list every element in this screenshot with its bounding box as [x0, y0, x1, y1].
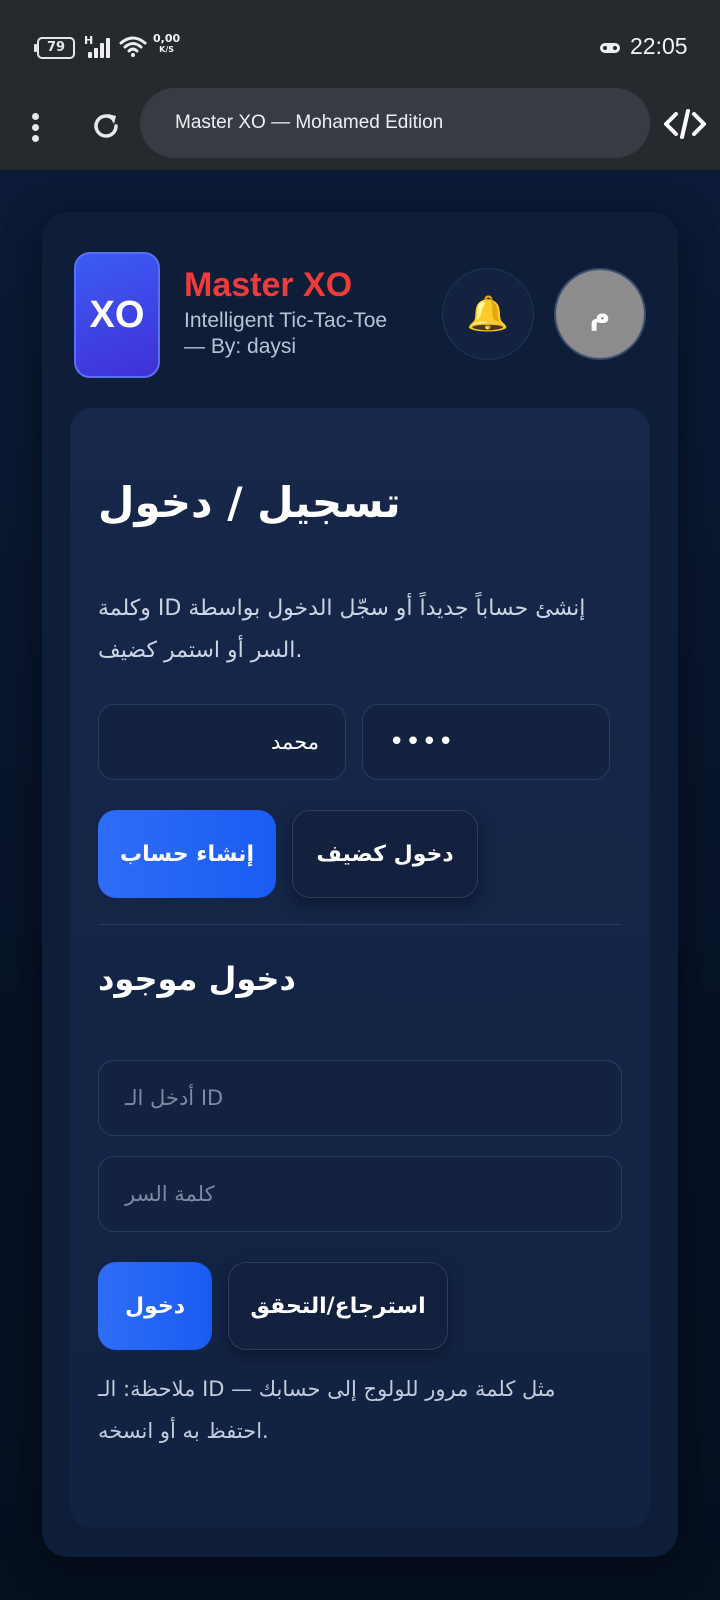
code-icon[interactable]: [664, 108, 706, 140]
guest-login-button[interactable]: دخول كضيف: [292, 810, 478, 898]
app-title: Master XO: [184, 266, 353, 304]
recover-button[interactable]: استرجاع/التحقق: [228, 1262, 448, 1350]
register-heading: تسجيل / دخول: [98, 478, 401, 527]
id-note: ملاحظة: الـ ID — مثل كلمة مرور للولوج إل…: [98, 1377, 556, 1443]
id-input[interactable]: أدخل الـ ID: [98, 1060, 622, 1136]
signal-icon: [88, 38, 110, 58]
clock: 22:05: [630, 33, 688, 59]
login-password-input[interactable]: كلمة السر: [98, 1156, 622, 1232]
battery-icon: 79: [34, 37, 75, 59]
reload-icon[interactable]: [88, 108, 124, 144]
auth-panel: تسجيل / دخول وكلمة ID إنشئ حساباً جديداً…: [70, 408, 650, 1528]
browser-toolbar: Master XO — Mohamed Edition: [0, 88, 720, 170]
net-speed: 0,00 K/S: [153, 33, 180, 55]
gamepad-icon: [600, 43, 620, 53]
app-logo: XO: [74, 252, 160, 378]
login-button[interactable]: دخول: [98, 1262, 212, 1350]
section-divider: [98, 924, 622, 925]
app-card: XO Master XO Intelligent Tic-Tac-Toe — B…: [42, 212, 678, 1557]
register-description: وكلمة ID إنشئ حساباً جديداً أو سجّل الدخ…: [98, 596, 586, 663]
create-account-button[interactable]: إنشاء حساب: [98, 810, 276, 898]
bell-icon: 🔔: [466, 294, 510, 334]
url-bar[interactable]: Master XO — Mohamed Edition: [140, 88, 650, 158]
app-subtitle: Intelligent Tic-Tac-Toe — By: daysi: [184, 309, 388, 358]
password-field[interactable]: ••••: [362, 704, 610, 780]
wifi-icon: [119, 36, 147, 57]
login-heading: دخول موجود: [98, 960, 296, 998]
page-content: XO Master XO Intelligent Tic-Tac-Toe — B…: [0, 170, 720, 1600]
username-field[interactable]: محمد: [98, 704, 346, 780]
status-bar: 79 H 0,00 K/S 22:05: [0, 0, 720, 92]
net-speed-unit: K/S: [159, 45, 175, 54]
avatar[interactable]: م: [554, 268, 646, 360]
notifications-button[interactable]: 🔔: [442, 268, 534, 360]
more-menu-icon[interactable]: [25, 110, 45, 146]
